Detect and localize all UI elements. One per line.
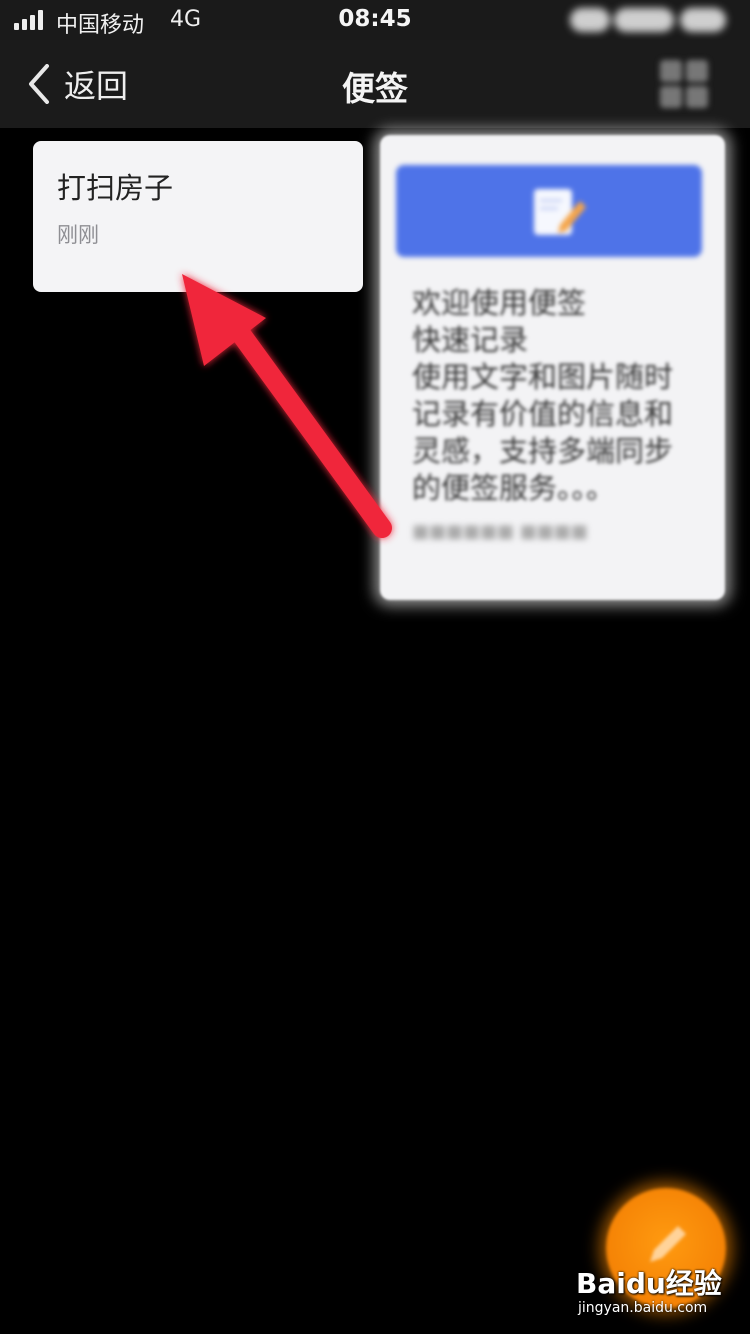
welcome-banner bbox=[396, 165, 702, 257]
welcome-note-card[interactable]: 欢迎使用便签 快速记录 使用文字和图片随时 记录有价值的信息和 灵感，支持多端同… bbox=[380, 135, 725, 600]
watermark-logo: Baidu经验 bbox=[576, 1267, 722, 1300]
note-pencil-icon bbox=[534, 189, 586, 235]
grid-menu-icon[interactable] bbox=[658, 58, 710, 110]
note-card[interactable]: 打扫房子 刚刚 bbox=[33, 141, 363, 292]
page-title: 便签 bbox=[342, 69, 408, 108]
note-time: 刚刚 bbox=[57, 223, 99, 247]
baidu-watermark: Baidu经验 jingyan.baidu.com bbox=[574, 1262, 724, 1326]
status-bar: 中国移动 4G 08:45 bbox=[0, 0, 750, 40]
nav-bar: 返回 便签 bbox=[0, 40, 750, 128]
watermark-url: jingyan.baidu.com bbox=[578, 1300, 708, 1316]
welcome-note-date: ■■■■■■ ■■■■ bbox=[412, 521, 588, 542]
note-title: 打扫房子 bbox=[57, 171, 174, 205]
welcome-note-text: 欢迎使用便签 快速记录 使用文字和图片随时 记录有价值的信息和 灵感，支持多端同… bbox=[412, 286, 674, 505]
status-indicators bbox=[570, 4, 730, 34]
